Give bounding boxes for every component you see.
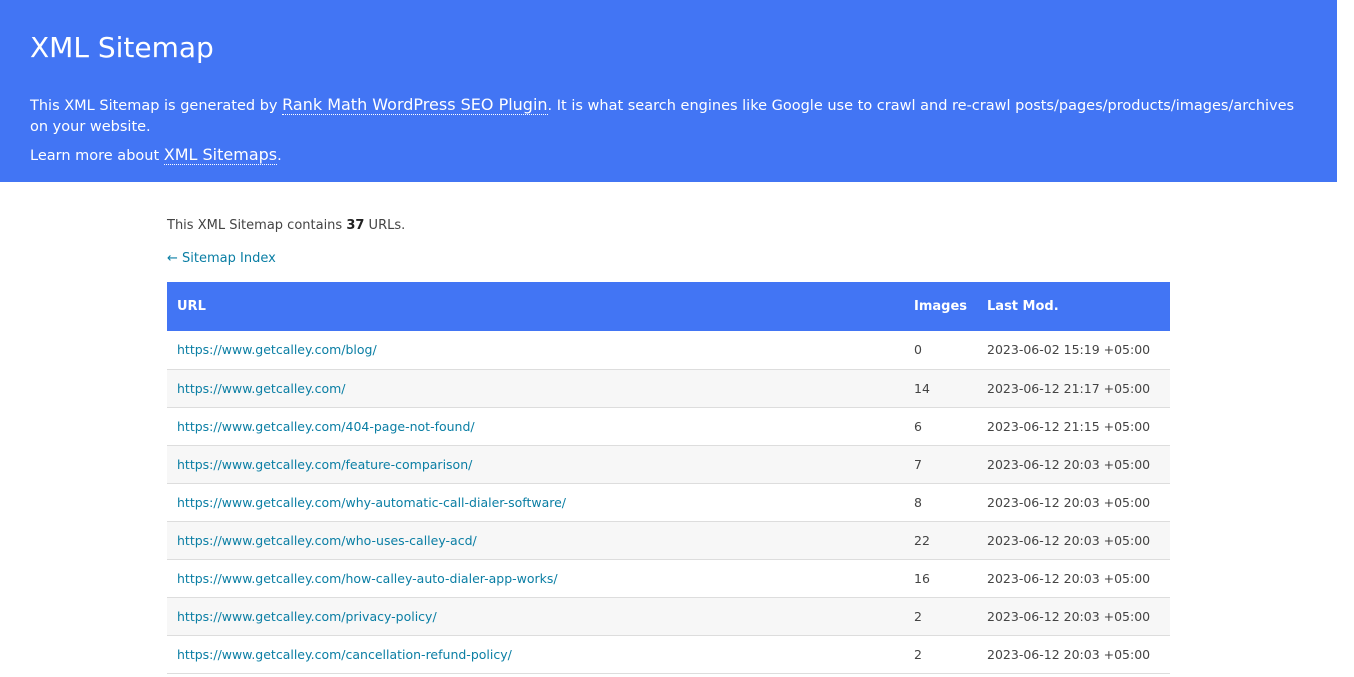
url-link[interactable]: https://www.getcalley.com/blog/ <box>177 342 377 357</box>
url-cell: https://www.getcalley.com/privacy-policy… <box>167 597 904 635</box>
table-row: https://www.getcalley.com/privacy-policy… <box>167 597 1170 635</box>
sitemap-index-link[interactable]: ← Sitemap Index <box>167 249 276 269</box>
last-modified-cell: 2023-06-12 20:03 +05:00 <box>987 646 1151 662</box>
learn-more-line: Learn more about XML Sitemaps. <box>30 144 1307 167</box>
xml-sitemaps-link[interactable]: XML Sitemaps <box>163 145 278 165</box>
images-count-cell: 16 <box>914 570 930 586</box>
table-row: https://www.getcalley.com/who-uses-calle… <box>167 521 1170 559</box>
url-cell: https://www.getcalley.com/ <box>167 369 904 407</box>
url-cell: https://www.getcalley.com/cancellation-r… <box>167 635 904 673</box>
summary-prefix: This XML Sitemap contains <box>167 218 347 233</box>
images-count-cell: 2 <box>914 646 922 662</box>
url-count-summary: This XML Sitemap contains 37 URLs. <box>167 216 1170 236</box>
url-link[interactable]: https://www.getcalley.com/feature-compar… <box>177 457 472 472</box>
images-count-cell: 2 <box>914 608 922 624</box>
header-description: This XML Sitemap is generated by Rank Ma… <box>30 94 1307 138</box>
url-link[interactable]: https://www.getcalley.com/cancellation-r… <box>177 647 512 662</box>
last-modified-cell: 2023-06-12 21:17 +05:00 <box>987 380 1151 396</box>
url-link[interactable]: https://www.getcalley.com/privacy-policy… <box>177 609 437 624</box>
url-cell: https://www.getcalley.com/feature-compar… <box>167 445 904 483</box>
table-row: https://www.getcalley.com/why-automatic-… <box>167 483 1170 521</box>
column-header-images: Images <box>914 299 968 314</box>
last-modified-cell: 2023-06-02 15:19 +05:00 <box>987 342 1151 358</box>
images-count-cell: 22 <box>914 532 930 548</box>
column-header-lastmod: Last Mod. <box>987 299 1059 314</box>
images-count-cell: 14 <box>914 380 930 396</box>
url-link[interactable]: https://www.getcalley.com/ <box>177 381 346 396</box>
table-header-row: URL Images Last Mod. <box>167 282 1170 331</box>
last-modified-cell: 2023-06-12 20:03 +05:00 <box>987 532 1151 548</box>
url-cell: https://www.getcalley.com/who-uses-calle… <box>167 521 904 559</box>
last-modified-cell: 2023-06-12 21:15 +05:00 <box>987 418 1151 434</box>
images-count-cell: 8 <box>914 494 922 510</box>
url-link[interactable]: https://www.getcalley.com/404-page-not-f… <box>177 419 475 434</box>
url-cell: https://www.getcalley.com/blog/ <box>167 331 904 369</box>
description-prefix: This XML Sitemap is generated by <box>30 98 283 114</box>
url-count: 37 <box>346 218 365 233</box>
page-header: XML Sitemap This XML Sitemap is generate… <box>0 0 1337 182</box>
learn-suffix: . <box>277 148 282 164</box>
sitemap-content: This XML Sitemap contains 37 URLs. ← Sit… <box>167 216 1170 673</box>
last-modified-cell: 2023-06-12 20:03 +05:00 <box>987 494 1151 510</box>
page-title: XML Sitemap <box>30 31 214 64</box>
last-modified-cell: 2023-06-12 20:03 +05:00 <box>987 608 1151 624</box>
last-modified-cell: 2023-06-12 20:03 +05:00 <box>987 456 1151 472</box>
images-count-cell: 0 <box>914 342 922 358</box>
table-row: https://www.getcalley.com/how-calley-aut… <box>167 559 1170 597</box>
table-row: https://www.getcalley.com/feature-compar… <box>167 445 1170 483</box>
rank-math-plugin-link[interactable]: Rank Math WordPress SEO Plugin <box>282 95 548 115</box>
sitemap-table: URL Images Last Mod. https://www.getcall… <box>167 282 1170 674</box>
url-cell: https://www.getcalley.com/404-page-not-f… <box>167 407 904 445</box>
learn-prefix: Learn more about <box>30 148 164 164</box>
last-modified-cell: 2023-06-12 20:03 +05:00 <box>987 570 1151 586</box>
table-row: https://www.getcalley.com/blog/0 2023-06-… <box>167 331 1170 369</box>
images-count-cell: 7 <box>914 456 922 472</box>
url-link[interactable]: https://www.getcalley.com/why-automatic-… <box>177 495 566 510</box>
url-cell: https://www.getcalley.com/why-automatic-… <box>167 483 904 521</box>
url-link[interactable]: https://www.getcalley.com/how-calley-aut… <box>177 571 558 586</box>
table-row: https://www.getcalley.com/cancellation-r… <box>167 635 1170 673</box>
summary-suffix: URLs. <box>364 218 406 233</box>
url-link[interactable]: https://www.getcalley.com/who-uses-calle… <box>177 533 477 548</box>
table-row: https://www.getcalley.com/404-page-not-f… <box>167 407 1170 445</box>
url-cell: https://www.getcalley.com/how-calley-aut… <box>167 559 904 597</box>
column-header-url: URL <box>177 299 206 314</box>
images-count-cell: 6 <box>914 418 922 434</box>
table-row: https://www.getcalley.com/14 2023-06-12 2… <box>167 369 1170 407</box>
